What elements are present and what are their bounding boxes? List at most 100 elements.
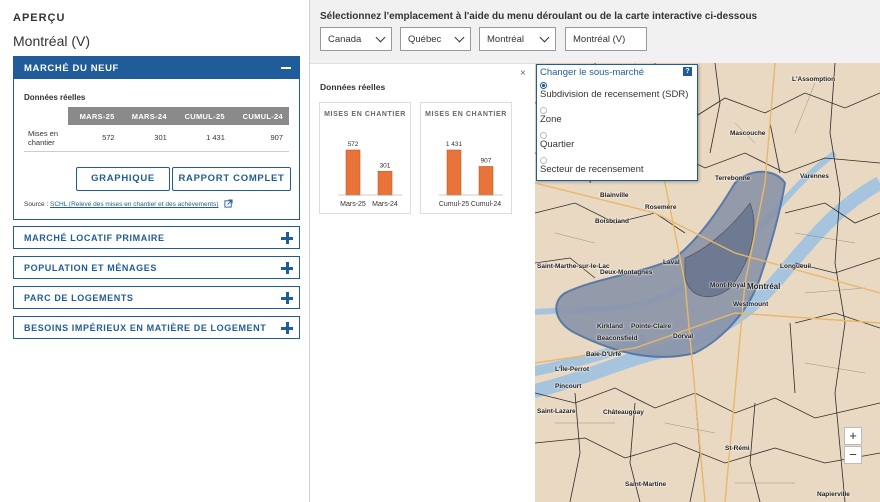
bar-category-label: Cumul-24 <box>471 201 501 208</box>
map-label: St-Rémi <box>725 445 750 452</box>
chart-bar[interactable] <box>377 171 393 196</box>
section-new-market-title: MARCHÉ DU NEUF <box>24 63 119 74</box>
table-col-header: CUMUL-25 <box>172 107 231 125</box>
expand-icon[interactable] <box>281 262 293 274</box>
bar-category-label: Mars-25 <box>340 201 366 208</box>
full-report-button[interactable]: RAPPORT COMPLET <box>172 167 291 191</box>
chart-bar[interactable] <box>345 149 361 196</box>
section-title: MARCHÉ LOCATIF PRIMAIRE <box>24 233 165 243</box>
bar-chart: 572 Mars-25 301 Mars-24 <box>338 141 402 208</box>
bar-value-label: 301 <box>380 162 391 169</box>
table-cell: 301 <box>120 125 173 152</box>
map-label: Napierville <box>817 491 850 498</box>
zoom-in-button[interactable]: + <box>844 427 862 445</box>
bar-value-label: 907 <box>481 157 492 164</box>
source-note: Source : SCHL (Relevé des mises en chant… <box>24 199 233 208</box>
stats-panel: Données réelles × MISES EN CHANTIER 572 M… <box>310 63 535 502</box>
map-label: Kirkland <box>597 323 624 330</box>
bar-chart: 1 431 Cumul-25 907 Cumul-24 <box>439 141 503 208</box>
table-col-header: CUMUL-24 <box>230 107 289 125</box>
radio-census-tract[interactable] <box>540 157 547 164</box>
section-primary-rental[interactable]: MARCHÉ LOCATIF PRIMAIRE <box>13 226 300 249</box>
section-core-housing-need[interactable]: BESOINS IMPÉRIEUX EN MATIÈRE DE LOGEMENT <box>13 316 300 339</box>
table-cell: 1 431 <box>172 125 231 152</box>
zoom-out-button[interactable]: − <box>844 446 862 464</box>
expand-icon[interactable] <box>281 292 293 304</box>
bar-value-label: 572 <box>348 141 359 148</box>
starts-table: MARS-25 MARS-24 CUMUL-25 CUMUL-24 Mises … <box>24 107 289 152</box>
bar-category-label: Cumul-25 <box>439 201 469 208</box>
stats-title: Données réelles <box>320 82 386 92</box>
radio-csd[interactable] <box>540 82 547 89</box>
chevron-down-icon <box>454 32 465 43</box>
submarket-popup: Changer le sous-marché ? Subdivision de … <box>536 64 698 181</box>
graph-button[interactable]: GRAPHIQUE <box>76 167 170 191</box>
section-title: BESOINS IMPÉRIEUX EN MATIÈRE DE LOGEMENT <box>24 323 267 333</box>
chart-bar[interactable] <box>478 166 494 196</box>
map-label: L'Île-Perrot <box>555 366 590 373</box>
map-label: Châteauguay <box>603 409 644 416</box>
table-header-row: MARS-25 MARS-24 CUMUL-25 CUMUL-24 <box>24 107 289 125</box>
source-link[interactable]: SCHL (Relevé des mises en chantier et de… <box>50 201 218 208</box>
bar-category-label: Mars-24 <box>372 201 398 208</box>
section-housing-stock[interactable]: PARC DE LOGEMENTS <box>13 286 300 309</box>
select-value: Québec <box>408 34 442 45</box>
expand-icon[interactable] <box>281 232 293 244</box>
option-neighbourhood[interactable]: Quartier <box>540 139 574 150</box>
map-label: Varennes <box>800 173 829 180</box>
map-label: Westmount <box>733 301 769 308</box>
map-area: Sélectionnez l'emplacement à l'aide du m… <box>310 0 880 502</box>
table-cell: 907 <box>230 125 289 152</box>
section-title: PARC DE LOGEMENTS <box>24 293 134 303</box>
table-row-label: Mises en chantier <box>24 125 69 152</box>
table-row: Mises en chantier 572 301 1 431 907 <box>24 125 289 152</box>
table-col-header: MARS-24 <box>120 107 173 125</box>
map-label: Pointe-Claire <box>631 323 672 330</box>
section-new-market: MARCHÉ DU NEUF Données réelles MARS-25 M… <box>13 56 300 220</box>
table-cell: 572 <box>68 125 121 152</box>
option-census-tract[interactable]: Secteur de recensement <box>540 164 644 175</box>
map-label: Dorval <box>673 333 694 340</box>
close-icon[interactable]: × <box>520 68 526 79</box>
option-csd[interactable]: Subdivision de recensement (SDR) <box>540 89 688 100</box>
bar-value-label: 1 431 <box>446 141 463 148</box>
option-zone[interactable]: Zone <box>540 114 562 125</box>
csd-field[interactable]: Montréal (V) <box>565 27 647 51</box>
selected-place: Montréal (V) <box>13 33 91 49</box>
table-corner <box>24 107 69 125</box>
popup-title: Changer le sous-marché <box>540 67 645 78</box>
section-title: POPULATION ET MÉNAGES <box>24 263 157 273</box>
chevron-down-icon <box>375 32 386 43</box>
source-prefix: Source : <box>24 201 51 208</box>
map-label: Saint-Martine <box>625 481 667 488</box>
map-label: Saint-Lazare <box>537 408 576 415</box>
help-icon[interactable]: ? <box>683 67 692 76</box>
overview-panel: APERÇU Montréal (V) MARCHÉ DU NEUF Donné… <box>0 0 310 502</box>
expand-icon[interactable] <box>281 322 293 334</box>
cma-select[interactable]: Montréal <box>479 27 556 51</box>
province-select[interactable]: Québec <box>400 27 471 51</box>
map-label: Mont-Royal <box>710 282 746 289</box>
map-label: Boisbriand <box>595 218 629 225</box>
collapse-icon[interactable] <box>281 67 291 69</box>
table-col-header: MARS-25 <box>68 107 121 125</box>
country-select[interactable]: Canada <box>320 27 392 51</box>
section-population[interactable]: POPULATION ET MÉNAGES <box>13 256 300 279</box>
radio-neighbourhood[interactable] <box>540 132 547 139</box>
select-value: Montréal (V) <box>573 34 626 45</box>
app-root: APERÇU Montréal (V) MARCHÉ DU NEUF Donné… <box>0 0 880 502</box>
row-label-line: Mises en <box>28 128 59 138</box>
starts-chart-card-ytd[interactable]: MISES EN CHANTIER 1 431 Cumul-25 907 Cumul-… <box>420 102 512 214</box>
data-type-label: Données réelles <box>24 93 86 102</box>
map-label: L'Assomption <box>792 76 836 83</box>
external-link-icon[interactable] <box>224 199 233 208</box>
panel-heading: APERÇU <box>13 12 66 24</box>
chart-bar[interactable] <box>446 149 462 196</box>
section-new-market-header[interactable]: MARCHÉ DU NEUF <box>14 57 299 79</box>
map-label: Saint-Marthe-sur-le-Lac <box>537 263 610 270</box>
radio-zone[interactable] <box>540 107 547 114</box>
select-value: Montréal <box>487 34 524 45</box>
starts-chart-card-monthly[interactable]: MISES EN CHANTIER 572 Mars-25 301 Mars-24 <box>319 102 411 214</box>
map-label: Longueuil <box>780 263 812 270</box>
map-label: Mascouche <box>730 130 766 137</box>
